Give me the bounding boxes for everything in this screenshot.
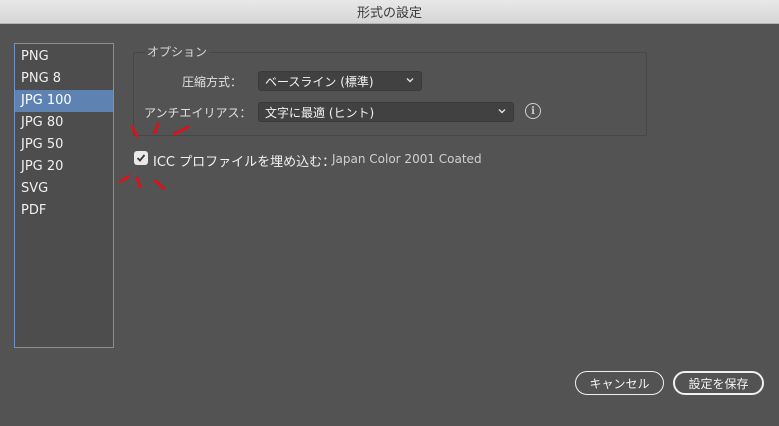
compression-label: 圧縮方式： <box>182 75 243 89</box>
format-item-jpg80[interactable]: JPG 80 <box>15 112 113 134</box>
window-title: 形式の設定 <box>356 6 422 21</box>
format-item-png[interactable]: PNG <box>15 46 113 68</box>
antialias-select[interactable]: 文字に最適 (ヒント) <box>258 102 514 122</box>
icc-label: ICC プロファイルを埋め込む： <box>153 155 336 170</box>
format-item-jpg50[interactable]: JPG 50 <box>15 134 113 156</box>
chevron-down-icon <box>406 78 414 83</box>
options-group <box>133 52 647 136</box>
format-item-svg[interactable]: SVG <box>15 178 113 200</box>
antialias-label: アンチエイリアス： <box>144 106 252 120</box>
annotation-mark <box>153 178 166 190</box>
format-item-jpg100[interactable]: JPG 100 <box>15 90 113 112</box>
chevron-down-icon <box>498 109 506 114</box>
options-group-label: オプション <box>145 43 210 60</box>
save-settings-button[interactable]: 設定を保存 <box>673 371 764 395</box>
format-item-jpg20[interactable]: JPG 20 <box>15 156 113 178</box>
icc-checkbox[interactable] <box>134 151 148 165</box>
format-list[interactable]: PNG PNG 8 JPG 100 JPG 80 JPG 50 JPG 20 S… <box>14 43 114 348</box>
format-item-pdf[interactable]: PDF <box>15 200 113 222</box>
compression-value: ベースライン (標準) <box>265 74 374 89</box>
compression-select[interactable]: ベースライン (標準) <box>258 71 422 91</box>
cancel-button[interactable]: キャンセル <box>575 371 664 395</box>
format-item-png8[interactable]: PNG 8 <box>15 68 113 90</box>
window-titlebar: 形式の設定 <box>0 0 779 24</box>
annotation-mark <box>118 173 131 184</box>
info-icon[interactable]: i <box>525 103 541 119</box>
checkmark-icon <box>136 154 146 162</box>
icc-profile-name: Japan Color 2001 Coated <box>332 152 482 166</box>
annotation-mark <box>135 175 142 189</box>
antialias-value: 文字に最適 (ヒント) <box>265 105 375 120</box>
